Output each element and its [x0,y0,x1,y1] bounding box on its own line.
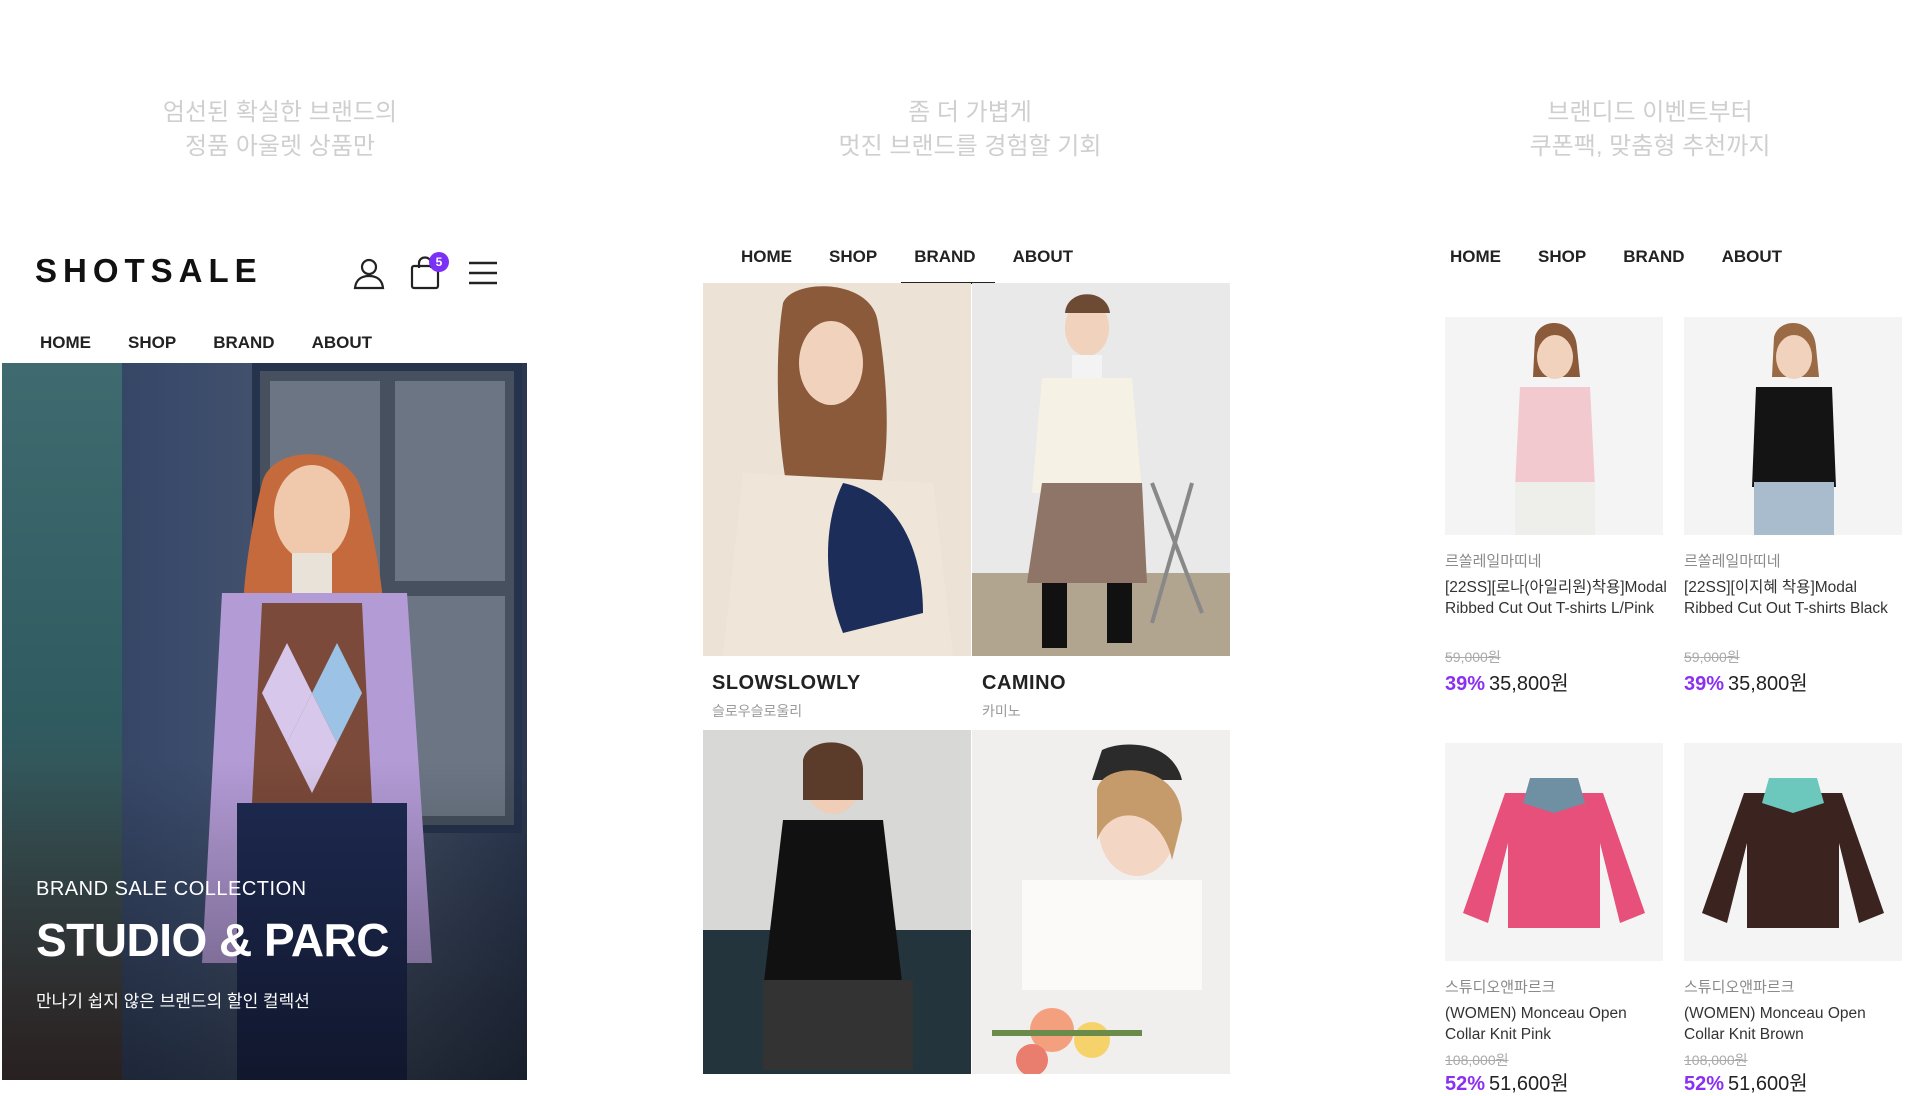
brand-tile-slowslowly[interactable] [703,283,971,656]
product-discount-3: 52% [1445,1073,1486,1095]
product-photo-brown-knit [1702,778,1884,928]
product-photo-pink-top [1515,323,1595,535]
column-mobile-home: 엄선된 확실한 브랜드의 정품 아울렛 상품만 SHOTSALE 5 HOME … [0,0,540,1080]
tagline-line-2: 쿠폰팩, 맞춤형 추천까지 [1529,133,1771,160]
product-price-1: 39% 35,800원 [1445,667,1569,696]
product-discount-2: 39% [1684,673,1725,695]
nav-brand[interactable]: BRAND [213,333,274,363]
nav-home[interactable]: HOME [741,247,792,277]
product-price-4: 52% 51,600원 [1684,1067,1808,1096]
user-icon[interactable] [352,256,386,295]
hero-title: STUDIO & PARC [36,914,390,966]
product-discount-1: 39% [1445,673,1486,695]
product-image-2[interactable] [1684,317,1902,535]
product-brand-3: 스튜디오앤파르크 [1445,979,1556,996]
brand-kor-camino: 카미노 [982,703,1021,719]
nav-about[interactable]: ABOUT [312,333,372,363]
brand-name-slowslowly[interactable]: SLOWSLOWLY [712,672,861,695]
nav-shop[interactable]: SHOP [1538,247,1586,277]
cart-count-badge: 5 [429,252,449,272]
brand-image-4 [992,744,1202,1074]
shopping-bag-icon[interactable]: 5 [410,252,449,295]
product-photo-black-top [1752,323,1836,535]
main-nav: HOME SHOP BRAND ABOUT [40,333,372,363]
brand-image-camino [972,294,1230,656]
product-title-1[interactable]: [22SS][로나(아일리원)착용]Modal Ribbed Cut Out T… [1445,577,1669,619]
product-title-4[interactable]: (WOMEN) Monceau Open Collar Knit Brown [1684,1003,1908,1045]
product-sale-price-3: 51,600원 [1489,1073,1569,1095]
brand-tile-4[interactable] [972,730,1230,1074]
product-photo-pink-knit [1463,778,1645,928]
main-nav: HOME SHOP BRAND ABOUT [741,247,1073,277]
product-title-3[interactable]: (WOMEN) Monceau Open Collar Knit Pink [1445,1003,1669,1045]
tagline: 좀 더 가볍게 멋진 브랜드를 경험할 기회 [690,96,1250,164]
brand-tile-3[interactable] [703,730,971,1074]
product-sale-price-2: 35,800원 [1728,673,1808,695]
menu-icon[interactable] [468,260,498,291]
brand-kor-slowslowly: 슬로우슬로울리 [712,703,803,719]
product-price-2: 39% 35,800원 [1684,667,1808,696]
brand-image-3 [703,742,971,1074]
tagline-line-2: 정품 아울렛 상품만 [185,133,375,160]
product-discount-4: 52% [1684,1073,1725,1095]
nav-home[interactable]: HOME [40,333,91,363]
tagline-line-1: 브랜디드 이벤트부터 [1547,99,1753,126]
hero-description: 만나기 쉽지 않은 브랜드의 할인 컬렉션 [36,992,310,1011]
brand-image-slowslowly [723,286,953,656]
product-image-1[interactable] [1445,317,1663,535]
product-image-4[interactable] [1684,743,1902,961]
product-sale-price-1: 35,800원 [1489,673,1569,695]
hero-banner[interactable]: BRAND SALE COLLECTION STUDIO & PARC 만나기 … [2,363,527,1080]
product-title-2[interactable]: [22SS][이지혜 착용]Modal Ribbed Cut Out T-shi… [1684,577,1908,619]
nav-about[interactable]: ABOUT [1013,247,1073,277]
brand-name-camino[interactable]: CAMINO [982,672,1066,695]
nav-shop[interactable]: SHOP [829,247,877,277]
logo[interactable]: SHOTSALE [35,252,263,290]
product-sale-price-4: 51,600원 [1728,1073,1808,1095]
product-brand-4: 스튜디오앤파르크 [1684,979,1795,996]
nav-brand[interactable]: BRAND [1623,247,1684,277]
tagline: 엄선된 확실한 브랜드의 정품 아울렛 상품만 [0,96,560,164]
product-original-price-1: 59,000원 [1445,649,1501,665]
nav-about[interactable]: ABOUT [1722,247,1782,277]
product-brand-2: 르쏠레일마띠네 [1684,553,1781,570]
tagline-line-2: 멋진 브랜드를 경험할 기회 [838,133,1102,160]
tagline-line-1: 좀 더 가볍게 [908,99,1032,126]
column-brand-page: 좀 더 가볍게 멋진 브랜드를 경험할 기회 HOME SHOP BRAND A… [690,0,1250,1074]
tagline-line-1: 엄선된 확실한 브랜드의 [162,99,398,126]
hero-subtitle: BRAND SALE COLLECTION [36,878,307,900]
column-shop-page: 브랜디드 이벤트부터 쿠폰팩, 맞춤형 추천까지 HOME SHOP BRAND… [1400,0,1920,1095]
main-nav: HOME SHOP BRAND ABOUT [1450,247,1782,277]
product-price-3: 52% 51,600원 [1445,1067,1569,1096]
product-original-price-2: 59,000원 [1684,649,1740,665]
product-image-3[interactable] [1445,743,1663,961]
product-brand-1: 르쏠레일마띠네 [1445,553,1542,570]
tagline: 브랜디드 이벤트부터 쿠폰팩, 맞춤형 추천까지 [1370,96,1920,164]
nav-shop[interactable]: SHOP [128,333,176,363]
brand-tile-camino[interactable] [972,283,1230,656]
nav-home[interactable]: HOME [1450,247,1501,277]
nav-brand[interactable]: BRAND [914,247,975,277]
